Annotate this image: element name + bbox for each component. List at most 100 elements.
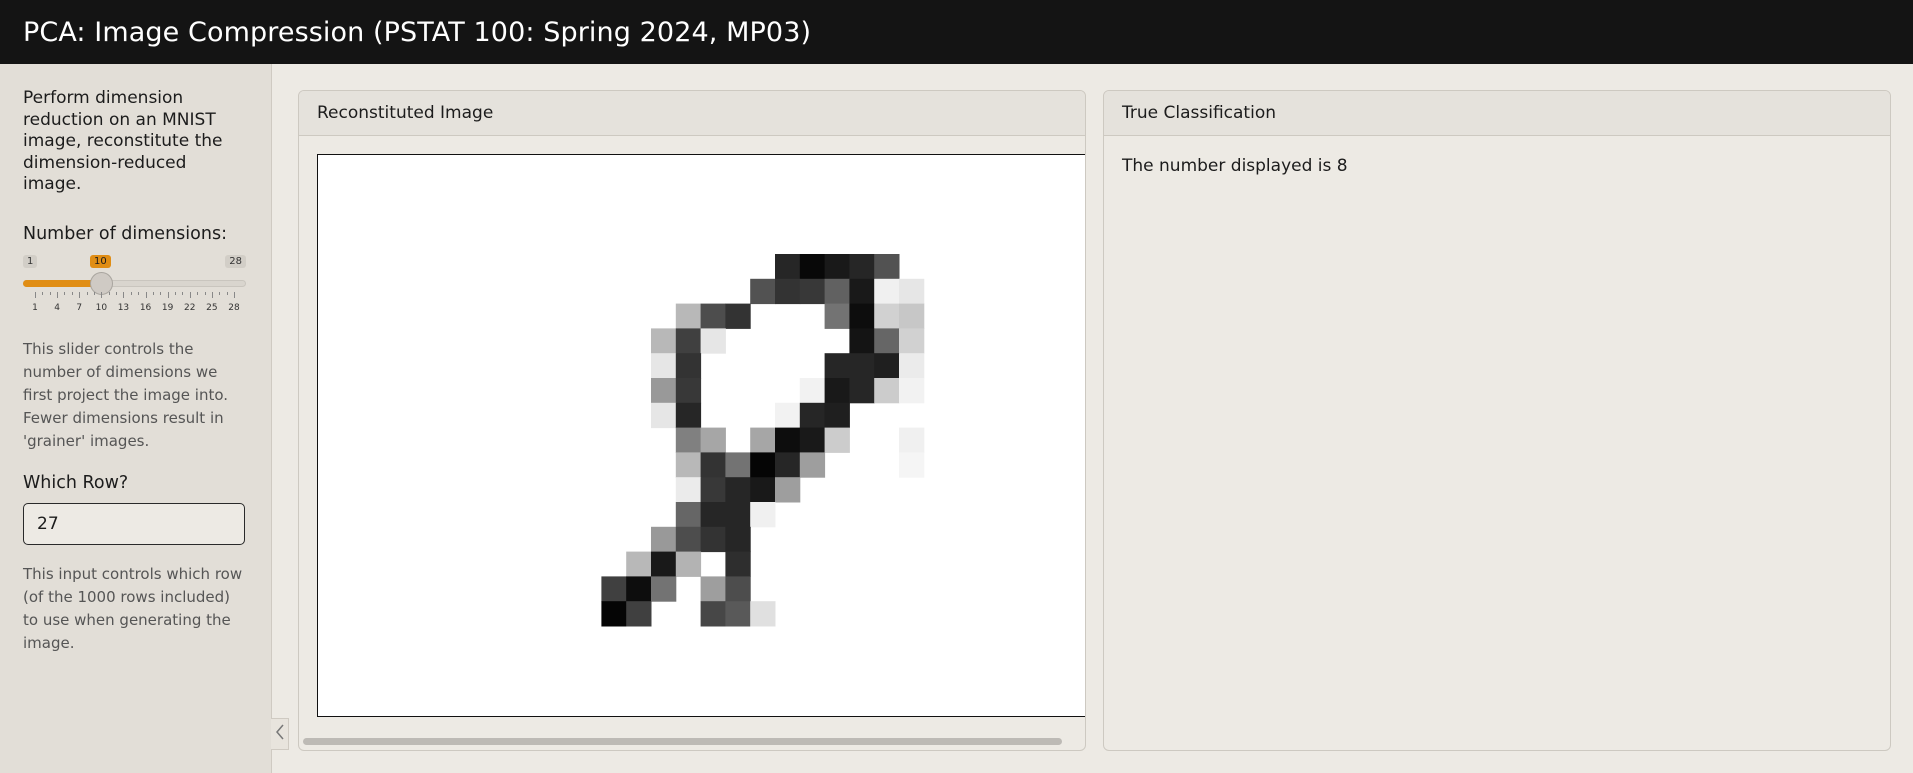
slider-tick: [79, 291, 81, 298]
digit-pixel: [626, 576, 652, 602]
slider-tick: [86, 291, 88, 295]
slider-tick: [234, 291, 235, 298]
digit-pixel: [651, 328, 677, 354]
digit-pixel: [651, 378, 677, 404]
slider-min-label: 1: [23, 254, 38, 268]
slider-tick: [138, 291, 140, 295]
digit-pixel: [675, 353, 702, 379]
digit-pixel: [725, 452, 751, 478]
slider-tick: [49, 291, 51, 295]
digit-pixel: [675, 526, 702, 553]
digit-pixel: [626, 551, 652, 577]
digit-pixel: [799, 378, 826, 404]
slider-tick-label: 28: [228, 302, 240, 313]
digit-pixel: [675, 502, 702, 528]
slider-tick: [71, 291, 73, 295]
digit-pixel: [675, 452, 702, 478]
digit-pixel: [824, 353, 850, 379]
slider-tick: [189, 291, 191, 298]
reconstituted-image-plot: [317, 154, 1085, 717]
digit-pixel: [874, 303, 900, 329]
sidebar: Perform dimension reduction on an MNIST …: [0, 64, 272, 773]
sidebar-description: Perform dimension reduction on an MNIST …: [23, 88, 223, 194]
digit-pixel: [849, 353, 875, 379]
slider-tick-label: 19: [161, 302, 174, 313]
digit-pixel: [700, 601, 726, 627]
slider-tick: [64, 291, 66, 295]
slider-tick-label: 4: [54, 302, 60, 313]
app-title-bar: PCA: Image Compression (PSTAT 100: Sprin…: [0, 0, 1913, 64]
digit-pixel: [700, 303, 726, 329]
digit-pixel: [675, 328, 702, 354]
digit-pixel: [849, 303, 875, 329]
digit-pixel: [651, 353, 677, 379]
slider-tick: [130, 291, 132, 295]
digit-pixel: [899, 328, 925, 354]
digit-pixel: [799, 402, 826, 429]
digit-pixel: [651, 551, 677, 577]
digit-pixel: [824, 402, 850, 429]
slider-tick: [160, 291, 162, 295]
digit-pixel: [775, 427, 801, 453]
digit-pixel: [874, 328, 900, 354]
digit-pixel: [775, 278, 801, 305]
digit-pixel: [675, 303, 702, 329]
digit-pixel: [651, 526, 677, 553]
slider-tick-label: 1: [32, 302, 38, 313]
digit-pixel: [750, 452, 776, 478]
digit-pixel: [700, 576, 726, 602]
digit-pixel: [601, 601, 627, 627]
horizontal-scrollbar[interactable]: [303, 738, 1062, 745]
digit-pixel: [824, 254, 850, 280]
digit-pixel: [899, 378, 925, 404]
digit-pixel: [750, 502, 776, 528]
digit-pixel: [775, 402, 801, 429]
slider-tick: [93, 291, 95, 295]
digit-pixel: [799, 427, 826, 453]
digit-pixel: [799, 452, 826, 478]
dimensions-slider[interactable]: 1 10 28 1 4 7 10 13 16 19 22 25 28: [23, 252, 246, 324]
digit-pixel: [799, 254, 826, 280]
digit-pixel: [750, 601, 776, 627]
reconstituted-image-card: Reconstituted Image: [298, 90, 1086, 751]
slider-tick-label: 22: [184, 302, 196, 313]
slider-tick: [211, 291, 213, 298]
digit-pixel: [849, 378, 875, 404]
digit-pixel: [725, 601, 751, 627]
digit-pixel: [675, 402, 702, 429]
slider-tick: [42, 291, 44, 295]
digit-pixel: [849, 328, 875, 354]
true-classification-title: True Classification: [1122, 103, 1276, 123]
digit-pixel: [750, 278, 776, 305]
digit-pixel: [675, 477, 702, 503]
reconstituted-image-header: Reconstituted Image: [299, 91, 1085, 136]
digit-pixel: [899, 353, 925, 379]
digit-pixel: [899, 278, 925, 305]
digit-pixel: [626, 601, 652, 627]
slider-ticks: 1 4 7 10 13 16 19 22 25 28: [23, 291, 246, 313]
digit-pixel: [799, 278, 826, 305]
digit-pixel: [675, 378, 702, 404]
digit-pixel: [675, 427, 702, 453]
digit-pixel: [899, 452, 925, 478]
digit-pixel: [700, 502, 726, 528]
digit-pixel: [700, 452, 726, 478]
sidebar-collapse-button[interactable]: [271, 718, 289, 750]
slider-max-label: 28: [225, 254, 246, 268]
digit-pixel: [725, 526, 751, 553]
slider-tick: [197, 291, 199, 295]
digit-image: [601, 254, 925, 627]
digit-pixel: [775, 477, 801, 503]
slider-tick: [123, 291, 125, 298]
digit-pixel: [700, 427, 726, 453]
classification-text: The number displayed is 8: [1122, 156, 1348, 176]
digit-pixel: [775, 452, 801, 478]
digit-pixel: [899, 427, 925, 453]
digit-pixel: [824, 278, 850, 305]
digit-pixel: [725, 551, 751, 577]
reconstituted-image-title: Reconstituted Image: [317, 103, 494, 123]
digit-pixel: [651, 576, 677, 602]
slider-tick-label: 10: [95, 302, 108, 313]
chevron-left-icon: [275, 724, 285, 744]
row-input[interactable]: [23, 502, 245, 545]
